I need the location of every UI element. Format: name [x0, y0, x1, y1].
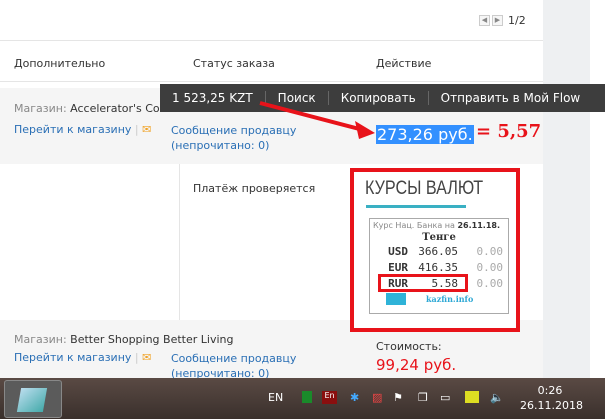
rates-currency: Тенге — [422, 232, 456, 243]
unread-count: (непрочитано: 0) — [171, 139, 270, 152]
scrollbar[interactable] — [590, 0, 605, 378]
envelope-icon: ✉ — [142, 123, 152, 136]
camera-icon[interactable] — [465, 391, 479, 403]
widget-title: КУРСЫ ВАЛЮТ — [365, 178, 484, 199]
pager: ◀ ▶ 1/2 — [479, 14, 526, 27]
devices-icon[interactable]: ❐ — [418, 391, 428, 404]
site-link[interactable]: kazfin.info — [426, 294, 473, 304]
clock-time: 0:26 — [537, 384, 563, 397]
rate-row: RUR 5.58 0.00 — [370, 274, 508, 292]
store-name[interactable]: Accelerator's Co — [70, 102, 160, 115]
order-cost: 99,24 руб. — [376, 356, 457, 374]
rates-table: Курс Нац. Банка на 26.11.18. Тенге USD 36… — [369, 218, 509, 314]
kazakhstan-flag-icon — [386, 293, 406, 305]
bluetooth-icon[interactable]: ✱ — [350, 391, 359, 404]
action-center-flag-icon[interactable]: ⚑ — [393, 391, 403, 404]
currency-rates-widget: КУРСЫ ВАЛЮТ Курс Нац. Банка на 26.11.18.… — [350, 168, 520, 332]
store-name[interactable]: Better Shopping Better Living — [70, 333, 233, 346]
annotation-rate: = 5,57 — [476, 121, 542, 142]
network-icon[interactable]: ▭ — [440, 391, 450, 404]
goto-store-link[interactable]: Перейти к магазину — [14, 123, 131, 136]
prev-page-button[interactable]: ◀ — [479, 15, 490, 26]
start-button[interactable] — [4, 380, 62, 418]
highlight-box — [378, 274, 468, 292]
goto-store-link[interactable]: Перейти к магазину — [14, 351, 131, 364]
envelope-icon: ✉ — [142, 351, 152, 364]
volume-icon[interactable]: 🔈 — [490, 391, 504, 404]
order-details-cell — [0, 164, 180, 320]
conversion-value: 1 523,25 KZT — [172, 91, 253, 105]
title-underline — [366, 205, 466, 208]
page-indicator: 1/2 — [508, 14, 526, 27]
cost-label: Стоимость: — [376, 340, 442, 353]
app-tray-icon[interactable] — [302, 391, 312, 403]
antivirus-icon[interactable]: ▨ — [372, 391, 382, 404]
clock[interactable]: 0:26 26.11.2018 — [520, 383, 583, 413]
language-indicator[interactable]: EN — [268, 391, 283, 404]
rate-row: USD 366.05 0.00 — [388, 244, 503, 258]
col-status: Статус заказа — [193, 57, 275, 70]
message-seller-link[interactable]: Сообщение продавцу — [171, 352, 296, 365]
clock-date: 26.11.2018 — [520, 399, 583, 412]
selection-tooltip: 1 523,25 KZT Поиск Копировать Отправить … — [160, 84, 605, 112]
red-arrow-icon — [259, 101, 375, 139]
table-header: Дополнительно Статус заказа Действие — [0, 40, 543, 82]
keyboard-switcher-icon[interactable]: En — [322, 391, 337, 404]
rates-date: 26.11.18. — [457, 221, 500, 230]
taskbar: EN En ✱ ▨ ⚑ ❐ ▭ 🔈 0:26 26.11.2018 — [0, 378, 605, 419]
col-extra: Дополнительно — [14, 57, 106, 70]
next-page-button[interactable]: ▶ — [492, 15, 503, 26]
notepad-icon — [16, 388, 48, 412]
send-to-flow-button[interactable]: Отправить в Мой Flow — [427, 91, 593, 105]
store-label: Магазин: — [14, 102, 67, 115]
order-status: Платёж проверяется — [193, 182, 316, 195]
rates-source: Курс Нац. Банка на — [373, 221, 455, 230]
rate-row: EUR 416.35 0.00 — [388, 260, 503, 274]
store-label: Магазин: — [14, 333, 67, 346]
selected-cost: 273,26 руб. — [376, 125, 474, 144]
col-action: Действие — [376, 57, 432, 70]
